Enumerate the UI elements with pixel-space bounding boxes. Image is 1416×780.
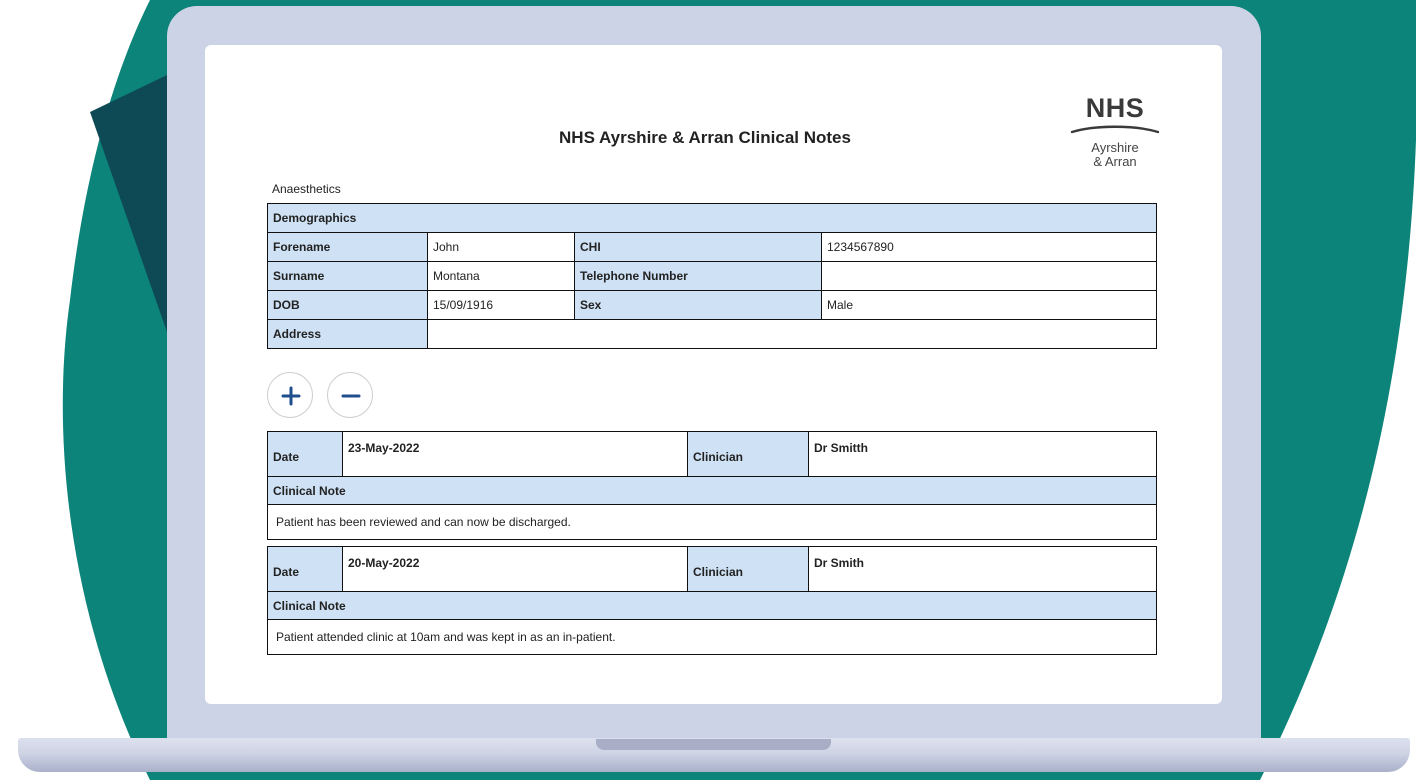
demographics-header: Demographics bbox=[266, 203, 1158, 233]
clinical-note-card: Date 20-May-2022 Clinician Dr Smith Clin… bbox=[267, 546, 1157, 655]
note-header-row: Date 23-May-2022 Clinician Dr Smitth bbox=[267, 431, 1157, 477]
date-value: 20-May-2022 bbox=[342, 546, 688, 592]
nhs-logo: NHS Ayrshire & Arran bbox=[1065, 93, 1165, 177]
nhs-logo-swoosh bbox=[1070, 125, 1160, 134]
surname-label: Surname bbox=[267, 261, 428, 291]
plus-icon bbox=[281, 386, 301, 406]
address-value bbox=[426, 319, 1158, 349]
table-row: Address bbox=[267, 319, 1158, 349]
date-value: 23-May-2022 bbox=[342, 431, 688, 477]
nhs-logo-subtitle: Ayrshire & Arran bbox=[1065, 141, 1165, 169]
nhs-logo-line1: Ayrshire bbox=[1091, 140, 1139, 155]
clinician-label: Clinician bbox=[687, 431, 809, 477]
nhs-logo-wordmark: NHS bbox=[1085, 93, 1145, 123]
laptop-notch bbox=[596, 739, 831, 750]
note-label-row: Clinical Note bbox=[267, 591, 1157, 620]
chi-label: CHI bbox=[574, 232, 822, 262]
chi-value: 1234567890 bbox=[820, 232, 1158, 262]
date-label: Date bbox=[267, 546, 343, 592]
demographics-header-row: Demographics bbox=[266, 203, 1158, 233]
note-header-row: Date 20-May-2022 Clinician Dr Smith bbox=[267, 546, 1157, 592]
nhs-logo-line2: & Arran bbox=[1093, 154, 1137, 169]
clinical-note-label: Clinical Note bbox=[267, 591, 1157, 620]
clinical-note-text: Patient has been reviewed and can now be… bbox=[267, 504, 1157, 540]
page-title: NHS Ayrshire & Arran Clinical Notes bbox=[559, 128, 851, 147]
clinical-note-label: Clinical Note bbox=[267, 476, 1157, 505]
note-body-row: Patient has been reviewed and can now be… bbox=[267, 504, 1157, 540]
sex-label: Sex bbox=[574, 290, 822, 320]
dob-label: DOB bbox=[267, 290, 428, 320]
clinical-note-text: Patient attended clinic at 10am and was … bbox=[267, 619, 1157, 655]
clinical-notes-screen: NHS Ayrshire & Arran Clinical Notes NHS … bbox=[205, 45, 1222, 704]
telephone-label: Telephone Number bbox=[574, 261, 822, 291]
forename-value: John bbox=[427, 232, 575, 262]
department-label: Anaesthetics bbox=[272, 182, 341, 196]
clinician-label: Clinician bbox=[687, 546, 809, 592]
sex-value: Male bbox=[820, 290, 1158, 320]
table-row: Forename John CHI 1234567890 bbox=[267, 232, 1158, 262]
minus-icon bbox=[341, 394, 361, 398]
table-row: DOB 15/09/1916 Sex Male bbox=[267, 290, 1158, 320]
forename-label: Forename bbox=[267, 232, 428, 262]
note-label-row: Clinical Note bbox=[267, 476, 1157, 505]
telephone-value bbox=[820, 261, 1158, 291]
clinician-value: Dr Smith bbox=[808, 546, 1157, 592]
demographics-table: Demographics Forename John CHI 123456789… bbox=[266, 203, 1158, 349]
dob-value: 15/09/1916 bbox=[427, 290, 575, 320]
clinical-note-card: Date 23-May-2022 Clinician Dr Smitth Cli… bbox=[267, 431, 1157, 540]
note-body-row: Patient attended clinic at 10am and was … bbox=[267, 619, 1157, 655]
clinician-value: Dr Smitth bbox=[808, 431, 1157, 477]
expand-all-button[interactable] bbox=[267, 372, 313, 418]
table-row: Surname Montana Telephone Number bbox=[267, 261, 1158, 291]
address-label: Address bbox=[267, 319, 428, 349]
collapse-all-button[interactable] bbox=[327, 372, 373, 418]
date-label: Date bbox=[267, 431, 343, 477]
surname-value: Montana bbox=[427, 261, 575, 291]
